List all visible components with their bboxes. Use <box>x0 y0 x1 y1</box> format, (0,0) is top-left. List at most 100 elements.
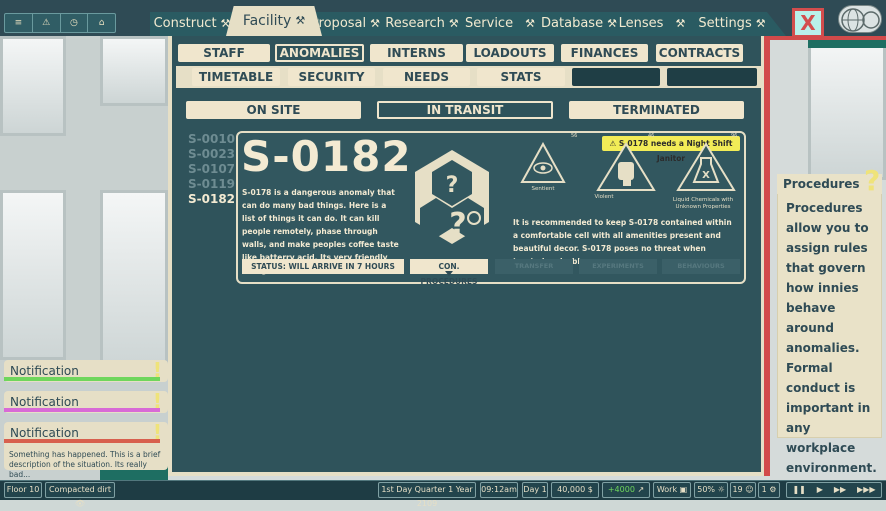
category-interns[interactable]: INTERNS <box>370 44 463 62</box>
building-window <box>0 190 66 360</box>
globe-icon[interactable] <box>838 5 882 33</box>
unknown-anomaly-icon: ? ? <box>412 148 492 246</box>
anomaly-id[interactable]: S-0010 <box>188 132 235 146</box>
income-display: +4000 ↗ <box>602 482 650 498</box>
trait-chemical: X <box>676 142 736 192</box>
category-empty <box>572 68 660 86</box>
tab-construct[interactable]: Construct ⚒ <box>154 12 231 36</box>
hammer-icon: ⚒ <box>370 17 380 30</box>
work-icon: ▣ <box>679 485 688 494</box>
notification[interactable]: Notification ! <box>4 358 168 382</box>
tab-proposal[interactable]: Proposal⚒ <box>318 12 380 36</box>
alert-icon: ⚙ <box>769 485 777 494</box>
building-window <box>100 190 168 370</box>
exclamation-icon: ! <box>152 358 162 382</box>
anomaly-id[interactable]: S-0023 <box>188 147 235 161</box>
income-value: +4000 <box>607 485 635 494</box>
fist-icon <box>596 142 656 191</box>
staff-count[interactable]: 19 ☺ <box>730 482 756 498</box>
filter-terminated[interactable]: TERMINATED <box>569 101 744 119</box>
building-window <box>100 36 168 106</box>
tab-label: Database <box>541 16 604 31</box>
trait-sentient <box>520 141 566 184</box>
tile-indicator[interactable]: Compacted dirt 👁 <box>45 482 115 508</box>
panel-accent <box>764 36 886 40</box>
transfer-button[interactable]: TRANSFER <box>495 259 573 274</box>
tile-label: Compacted dirt <box>48 485 112 494</box>
tab-database[interactable]: Database ⚒ <box>541 12 617 36</box>
notification-bar <box>4 377 160 381</box>
tab-label: Settings <box>698 16 752 31</box>
category-loadouts[interactable]: LOADOUTS <box>466 44 554 62</box>
trait-violent <box>596 142 656 192</box>
speed-controls: ❚❚ ▶ ▶▶ ▶▶▶ <box>786 482 882 498</box>
trait-label: Violent <box>594 194 614 200</box>
anomaly-id[interactable]: S-0107 <box>188 162 235 176</box>
category-staff[interactable]: STAFF <box>178 44 270 62</box>
quick-toolbar: ≡ ⚠ ◷ ⌂ <box>4 13 116 33</box>
building-window <box>0 36 66 136</box>
svg-text:X: X <box>702 170 710 181</box>
help-icon: ? <box>864 164 881 197</box>
eye-icon <box>520 141 566 183</box>
tab-label: Lenses <box>618 16 664 31</box>
anomaly-id-selected[interactable]: S-0182 <box>188 192 235 206</box>
category-finances[interactable]: FINANCES <box>561 44 648 62</box>
hammer-icon: ⚒ <box>607 17 617 30</box>
svg-text:?: ? <box>449 207 466 242</box>
filter-on-site[interactable]: ON SITE <box>186 101 361 119</box>
svg-text:?: ? <box>446 173 459 198</box>
clock-icon[interactable]: ◷ <box>61 14 89 32</box>
tab-facility[interactable]: Facility ⚒ <box>226 6 322 36</box>
staff-value: 19 <box>732 485 743 494</box>
anomaly-title: S-0182 <box>241 132 412 181</box>
pause-icon[interactable]: ❚❚ <box>792 483 805 497</box>
flask-icon: X <box>676 142 736 191</box>
notification[interactable]: Notification ! Something has happened. T… <box>4 420 168 479</box>
menu-icon[interactable]: ≡ <box>5 14 33 32</box>
tab-service[interactable]: Service ⚒ <box>464 12 536 36</box>
person-icon: ☺ <box>745 485 754 494</box>
close-button[interactable]: X <box>792 8 824 38</box>
tab-label: Proposal <box>318 16 367 31</box>
behaviours-button[interactable]: BEHAVIOURS <box>662 259 740 274</box>
anomaly-id[interactable]: S-0119 <box>188 177 235 191</box>
tab-settings[interactable]: Settings ⚒ <box>694 12 770 36</box>
money-value: 40,000 <box>557 485 586 494</box>
day-display: Day 1 <box>522 482 548 498</box>
category-security[interactable]: SECURITY <box>288 68 375 86</box>
trait-label: Liquid Chemicals with Unknown Properties <box>672 197 734 210</box>
bell-icon[interactable]: ⌂ <box>88 14 115 32</box>
alerts-count[interactable]: 1 ⚙ <box>758 482 780 498</box>
notification-bar <box>4 408 160 412</box>
category-anomalies[interactable]: ANOMALIES <box>275 44 364 62</box>
building-window <box>808 40 886 180</box>
category-stats[interactable]: STATS <box>477 68 565 86</box>
play-icon[interactable]: ▶ <box>817 483 823 497</box>
hammer-icon: ⚒ <box>295 14 306 27</box>
sun-icon: ☼ <box>717 485 725 494</box>
filter-in-transit[interactable]: IN TRANSIT <box>377 101 553 119</box>
panel-accent <box>764 36 770 476</box>
fastest-icon[interactable]: ▶▶▶ <box>857 483 875 497</box>
time-display: 09:12am <box>480 482 518 498</box>
category-contracts[interactable]: CONTRACTS <box>656 44 743 62</box>
experiments-button[interactable]: EXPERIMENTS <box>579 259 657 274</box>
percent-display: 50% ☼ <box>694 482 728 498</box>
category-needs[interactable]: NEEDS <box>383 68 470 86</box>
warning-icon[interactable]: ⚠ <box>33 14 61 32</box>
arrival-status: STATUS: WILL ARRIVE IN 7 HOURS <box>242 259 404 274</box>
mode-label: Work <box>656 485 678 494</box>
trait-level: 96 <box>731 133 738 139</box>
tab-label: Research <box>385 16 445 31</box>
tab-research[interactable]: Research ⚒ <box>385 12 459 36</box>
hammer-icon: ⚒ <box>525 17 535 30</box>
category-timetable[interactable]: TIMETABLE <box>192 68 280 86</box>
notification[interactable]: Notification ! <box>4 389 168 413</box>
tab-lenses[interactable]: Lenses ⚒ <box>618 12 686 36</box>
trait-level: 46 <box>648 133 655 139</box>
exclamation-icon: ! <box>152 389 162 413</box>
floor-indicator[interactable]: Floor 10 <box>4 482 42 498</box>
fast-forward-icon[interactable]: ▶▶ <box>834 483 846 497</box>
mode-display[interactable]: Work ▣ <box>653 482 691 498</box>
